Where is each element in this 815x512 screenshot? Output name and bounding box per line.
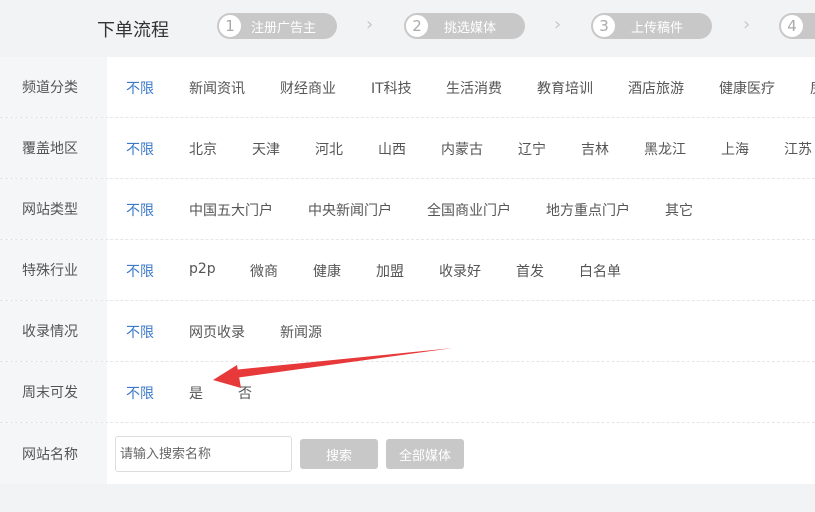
filter-option[interactable]: 地方重点门户: [546, 200, 630, 220]
filter-option[interactable]: 河北: [315, 139, 343, 159]
filter-option[interactable]: 酒店旅游: [628, 78, 684, 98]
filter-label: 频道分类: [0, 57, 107, 117]
filter-option[interactable]: 不限: [126, 261, 154, 281]
filter-option[interactable]: 全国商业门户: [427, 200, 511, 220]
order-steps-bar: 下单流程 1 注册广告主 › 2 挑选媒体 › 3 上传稿件 › 4: [0, 0, 815, 56]
filter-option[interactable]: 其它: [665, 200, 693, 220]
filter-option[interactable]: 不限: [126, 139, 154, 159]
annotation-arrow-icon: [213, 348, 453, 388]
filter-option[interactable]: 天津: [252, 139, 280, 159]
filter-option[interactable]: 黑龙江: [644, 139, 686, 159]
filter-option[interactable]: 中国五大门户: [189, 200, 273, 220]
filter-row-site-name: 网站名称 搜索 全部媒体: [0, 423, 815, 484]
filter-option[interactable]: 财经商业: [280, 78, 336, 98]
filter-option[interactable]: 健康医疗: [719, 78, 775, 98]
filter-option[interactable]: 生活消费: [446, 78, 502, 98]
filter-option[interactable]: 新闻资讯: [189, 78, 245, 98]
chevron-right-icon: ›: [366, 14, 374, 35]
filter-option[interactable]: 加盟: [376, 261, 404, 281]
filter-row-site-type: 网站类型 不限 中国五大门户 中央新闻门户 全国商业门户 地方重点门户 其它: [0, 179, 815, 240]
step-1: 1 注册广告主: [217, 13, 337, 39]
step-1-label: 注册广告主: [251, 20, 317, 36]
filter-option[interactable]: 健康: [313, 261, 341, 281]
filter-option[interactable]: 不限: [126, 322, 154, 342]
step-1-number: 1: [219, 15, 241, 37]
filter-option[interactable]: 房: [810, 78, 815, 98]
step-4-number: 4: [781, 15, 803, 37]
filter-option[interactable]: 不限: [126, 383, 154, 403]
chevron-right-icon: ›: [554, 14, 562, 35]
filter-option[interactable]: 辽宁: [518, 139, 546, 159]
step-2-label: 挑选媒体: [444, 20, 497, 36]
step-3-label: 上传稿件: [631, 20, 684, 36]
all-media-button[interactable]: 全部媒体: [386, 439, 464, 469]
filter-option[interactable]: 白名单: [579, 261, 621, 281]
filter-option[interactable]: 吉林: [581, 139, 609, 159]
filter-option[interactable]: 是: [189, 383, 203, 403]
filter-option[interactable]: 江苏: [784, 139, 812, 159]
step-2: 2 挑选媒体: [404, 13, 525, 39]
filter-row-region: 覆盖地区 不限 北京 天津 河北 山西 内蒙古 辽宁 吉林 黑龙江 上海 江苏: [0, 118, 815, 179]
filter-row-industry: 特殊行业 不限 p2p 微商 健康 加盟 收录好 首发 白名单: [0, 240, 815, 301]
filter-option[interactable]: 中央新闻门户: [308, 200, 392, 220]
media-filter-panel: 频道分类 不限 新闻资讯 财经商业 IT科技 生活消费 教育培训 酒店旅游 健康…: [0, 57, 815, 484]
filter-option[interactable]: IT科技: [371, 78, 412, 98]
site-name-search-input[interactable]: [115, 436, 292, 472]
step-4: 4: [779, 13, 815, 39]
filter-label: 网站类型: [0, 179, 107, 239]
filter-label: 覆盖地区: [0, 118, 107, 178]
filter-option[interactable]: 收录好: [439, 261, 481, 281]
filter-label: 特殊行业: [0, 240, 107, 300]
step-3-number: 3: [593, 15, 615, 37]
arrow-head: [213, 365, 241, 388]
step-2-number: 2: [406, 15, 428, 37]
filter-option[interactable]: 上海: [721, 139, 749, 159]
filter-label: 收录情况: [0, 301, 107, 361]
filter-option[interactable]: 教育培训: [537, 78, 593, 98]
filter-option[interactable]: p2p: [189, 261, 216, 277]
filter-label: 周末可发: [0, 362, 107, 422]
filter-option[interactable]: 山西: [378, 139, 406, 159]
arrow-shaft: [233, 348, 453, 378]
filter-option[interactable]: 首发: [516, 261, 544, 281]
filter-option[interactable]: 不限: [126, 78, 154, 98]
filter-label: 网站名称: [0, 423, 107, 484]
step-3: 3 上传稿件: [591, 13, 712, 39]
chevron-right-icon: ›: [743, 14, 751, 35]
filter-row-channel: 频道分类 不限 新闻资讯 财经商业 IT科技 生活消费 教育培训 酒店旅游 健康…: [0, 57, 815, 118]
filter-option[interactable]: 北京: [189, 139, 217, 159]
filter-option[interactable]: 微商: [250, 261, 278, 281]
filter-option[interactable]: 内蒙古: [441, 139, 483, 159]
steps-title: 下单流程: [97, 20, 169, 41]
filter-option[interactable]: 不限: [126, 200, 154, 220]
search-button[interactable]: 搜索: [300, 439, 378, 469]
